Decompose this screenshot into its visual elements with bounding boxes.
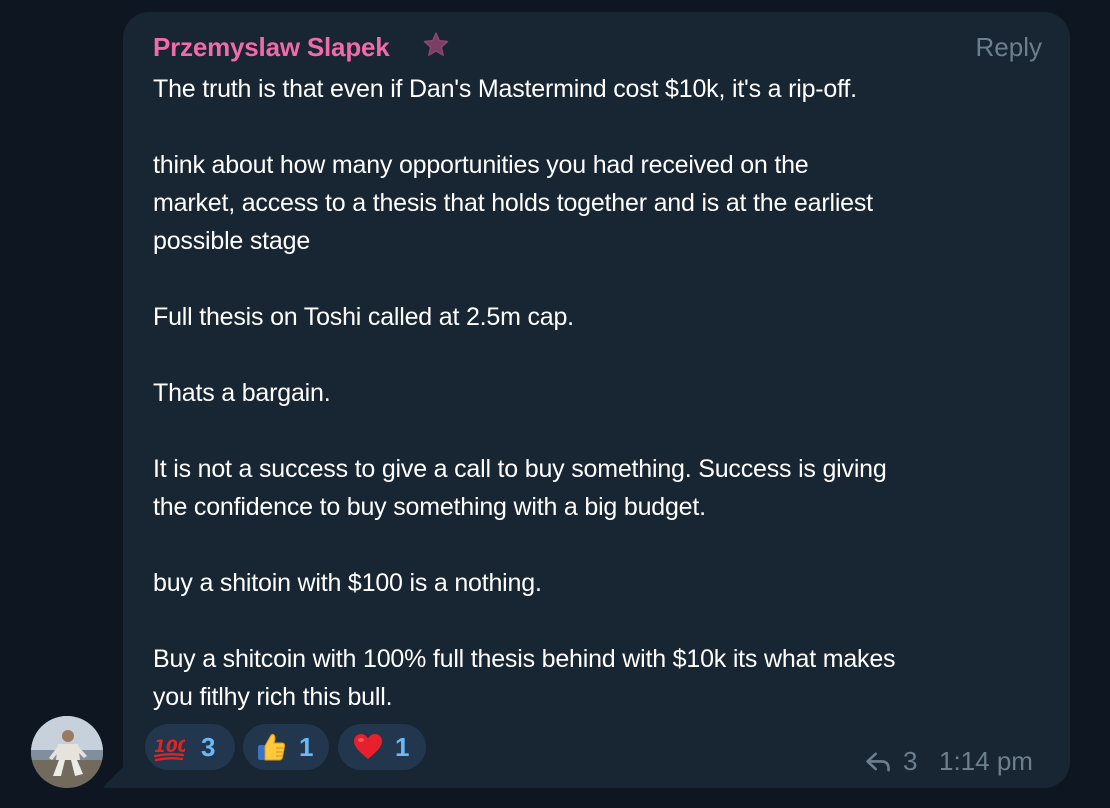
reply-arrow-icon[interactable] bbox=[864, 748, 892, 776]
reaction-count: 1 bbox=[299, 732, 314, 762]
reaction-count: 3 bbox=[201, 732, 216, 762]
reaction-thumbs-up[interactable]: 1 bbox=[243, 724, 329, 770]
text-line: The truth is that even if Dan's Mastermi… bbox=[153, 75, 857, 103]
reaction-heart[interactable]: 1 bbox=[338, 724, 426, 770]
text-line: Buy a shitcoin with 100% full thesis beh… bbox=[153, 645, 896, 673]
sender-name[interactable]: Przemyslaw Slapek bbox=[153, 32, 390, 63]
reply-count[interactable]: 3 bbox=[903, 746, 917, 777]
person-photo-icon bbox=[31, 716, 103, 788]
star-icon bbox=[423, 32, 449, 56]
text-line: Full thesis on Toshi called at 2.5m cap. bbox=[153, 303, 574, 331]
thumbs-up-icon bbox=[258, 733, 286, 761]
message-bubble[interactable]: Przemyslaw Slapek Reply The truth is tha… bbox=[123, 12, 1070, 788]
hundred-points-icon: 100 bbox=[153, 737, 185, 762]
text-line: possible stage bbox=[153, 227, 311, 255]
message-text: The truth is that even if Dan's Mastermi… bbox=[153, 70, 1053, 716]
message-time: 1:14 pm bbox=[939, 746, 1033, 776]
text-line: Thats a bargain. bbox=[153, 379, 331, 407]
message-header: Przemyslaw Slapek Reply bbox=[153, 30, 1042, 70]
text-line: the confidence to buy something with a b… bbox=[153, 493, 706, 521]
text-line: It is not a success to give a call to bu… bbox=[153, 455, 887, 483]
text-line: you fitlhy rich this bull. bbox=[153, 683, 393, 711]
text-line: buy a shitoin with $100 is a nothing. bbox=[153, 569, 542, 597]
text-line: think about how many opportunities you h… bbox=[153, 151, 809, 179]
red-heart-icon bbox=[354, 734, 382, 759]
avatar[interactable] bbox=[31, 716, 103, 788]
text-line: market, access to a thesis that holds to… bbox=[153, 189, 873, 217]
reply-button[interactable]: Reply bbox=[976, 32, 1042, 63]
reaction-hundred[interactable]: 100 3 bbox=[145, 724, 235, 770]
chat-area: Przemyslaw Slapek Reply The truth is tha… bbox=[0, 0, 1110, 808]
message-meta: 3 1:14 pm bbox=[864, 746, 1044, 780]
reaction-count: 1 bbox=[395, 732, 410, 762]
